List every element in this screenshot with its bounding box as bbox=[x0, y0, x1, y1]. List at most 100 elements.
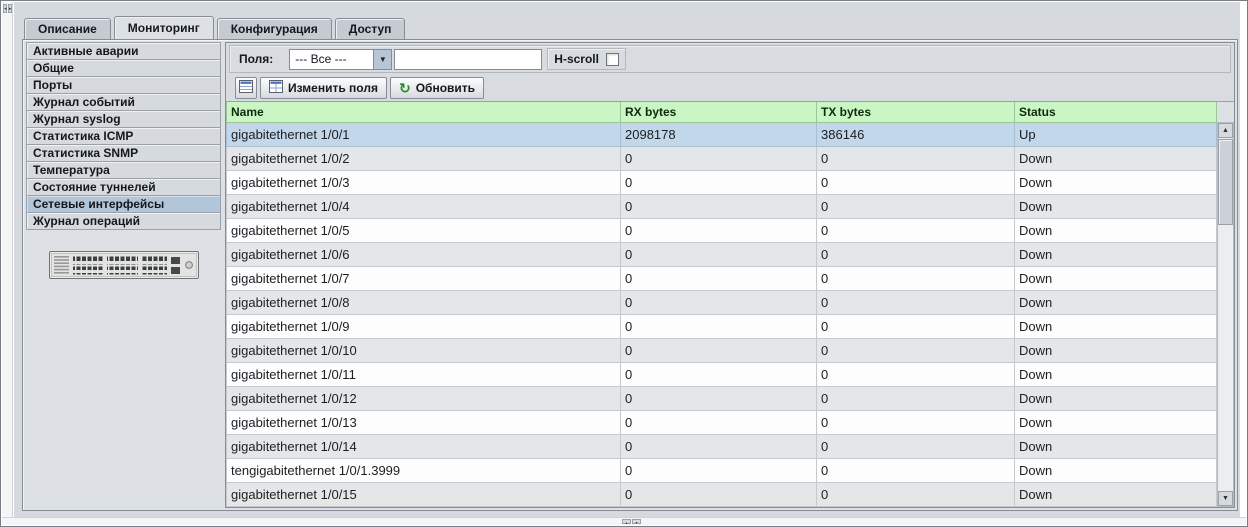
refresh-button[interactable]: ↻ Обновить bbox=[390, 77, 484, 99]
table-cell: gigabitethernet 1/0/5 bbox=[227, 218, 621, 242]
sidebar-item-10[interactable]: Журнал операций bbox=[26, 212, 221, 230]
column-header-0[interactable]: Name bbox=[227, 102, 621, 122]
actions-toolbar: Изменить поля ↻ Обновить bbox=[226, 74, 1234, 101]
sidebar-item-5[interactable]: Статистика ICMP bbox=[26, 127, 221, 145]
table-row[interactable]: tengigabitethernet 1/0/1.399900Down bbox=[227, 458, 1217, 482]
table-row[interactable]: gigabitethernet 1/0/200Down bbox=[227, 146, 1217, 170]
table-row[interactable]: gigabitethernet 1/0/12098178386146Up bbox=[227, 122, 1217, 146]
table-row[interactable]: gigabitethernet 1/0/600Down bbox=[227, 242, 1217, 266]
table-body: gigabitethernet 1/0/12098178386146Upgiga… bbox=[227, 122, 1217, 506]
splitter-up-icon[interactable]: ▴ bbox=[622, 519, 631, 524]
table-row[interactable]: gigabitethernet 1/0/1500Down bbox=[227, 482, 1217, 506]
sidebar-item-9[interactable]: Сетевые интерфейсы bbox=[26, 195, 221, 213]
scroll-up-icon[interactable]: ▲ bbox=[1218, 123, 1233, 138]
table-cell: Down bbox=[1015, 338, 1217, 362]
scrollbar-column: ▲ ▼ bbox=[1217, 102, 1234, 507]
table-cell: 0 bbox=[817, 338, 1015, 362]
bottom-splitter[interactable]: ▴ ▾ bbox=[2, 517, 1246, 525]
table-cell: gigabitethernet 1/0/3 bbox=[227, 170, 621, 194]
table-row[interactable]: gigabitethernet 1/0/1100Down bbox=[227, 362, 1217, 386]
table-cell: Down bbox=[1015, 146, 1217, 170]
table-row[interactable]: gigabitethernet 1/0/500Down bbox=[227, 218, 1217, 242]
table-cell: 0 bbox=[817, 170, 1015, 194]
splitter-down-icon[interactable]: ▾ bbox=[632, 519, 641, 524]
sidebar-item-4[interactable]: Журнал syslog bbox=[26, 110, 221, 128]
table-row[interactable]: gigabitethernet 1/0/1300Down bbox=[227, 410, 1217, 434]
app-window: ◂ ▸ ОписаниеМониторингКонфигурацияДоступ… bbox=[0, 0, 1248, 527]
sidebar-item-3[interactable]: Журнал событий bbox=[26, 93, 221, 111]
table-cell: 0 bbox=[621, 242, 817, 266]
splitter-right-icon[interactable]: ▸ bbox=[8, 4, 12, 13]
table-cell: 386146 bbox=[817, 122, 1015, 146]
interfaces-table: NameRX bytesTX bytesStatus gigabitethern… bbox=[226, 102, 1217, 507]
table-cell: Down bbox=[1015, 482, 1217, 506]
tab-1[interactable]: Мониторинг bbox=[114, 16, 214, 39]
sidebar-item-6[interactable]: Статистика SNMP bbox=[26, 144, 221, 162]
table-cell: 0 bbox=[817, 218, 1015, 242]
table-cell: 0 bbox=[621, 458, 817, 482]
table-cell: gigabitethernet 1/0/4 bbox=[227, 194, 621, 218]
table-cell: 0 bbox=[817, 266, 1015, 290]
splitter-left-icon[interactable]: ◂ bbox=[3, 4, 7, 13]
vertical-scrollbar[interactable]: ▲ ▼ bbox=[1217, 122, 1234, 507]
refresh-icon: ↻ bbox=[399, 81, 411, 95]
hscroll-toggle[interactable]: H-scroll bbox=[547, 48, 626, 70]
table-cell: Down bbox=[1015, 242, 1217, 266]
table-cell: Down bbox=[1015, 386, 1217, 410]
tab-bar: ОписаниеМониторингКонфигурацияДоступ bbox=[22, 16, 1238, 39]
table-row[interactable]: gigabitethernet 1/0/900Down bbox=[227, 314, 1217, 338]
table-cell: 0 bbox=[621, 314, 817, 338]
table-cell: tengigabitethernet 1/0/1.3999 bbox=[227, 458, 621, 482]
table-cell: 0 bbox=[817, 434, 1015, 458]
table-row[interactable]: gigabitethernet 1/0/300Down bbox=[227, 170, 1217, 194]
table-cell: 0 bbox=[817, 458, 1015, 482]
sidebar-item-2[interactable]: Порты bbox=[26, 76, 221, 94]
table-cell: gigabitethernet 1/0/13 bbox=[227, 410, 621, 434]
table-row[interactable]: gigabitethernet 1/0/700Down bbox=[227, 266, 1217, 290]
monitoring-tab-content: Активные аварииОбщиеПортыЖурнал событийЖ… bbox=[22, 39, 1238, 511]
column-header-3[interactable]: Status bbox=[1015, 102, 1217, 122]
hscroll-checkbox[interactable] bbox=[606, 53, 619, 66]
sidebar-item-8[interactable]: Состояние туннелей bbox=[26, 178, 221, 196]
table-cell: Down bbox=[1015, 194, 1217, 218]
table-cell: Down bbox=[1015, 434, 1217, 458]
sidebar-item-1[interactable]: Общие bbox=[26, 59, 221, 77]
change-fields-button[interactable]: Изменить поля bbox=[260, 77, 387, 99]
sidebar-item-0[interactable]: Активные аварии bbox=[26, 42, 221, 60]
hscroll-label: H-scroll bbox=[554, 52, 599, 66]
table-cell: gigabitethernet 1/0/14 bbox=[227, 434, 621, 458]
chevron-down-icon[interactable]: ▼ bbox=[373, 50, 391, 69]
tab-3[interactable]: Доступ bbox=[335, 18, 406, 39]
table-cell: Down bbox=[1015, 170, 1217, 194]
table-cell: gigabitethernet 1/0/15 bbox=[227, 482, 621, 506]
sidebar: Активные аварииОбщиеПортыЖурнал событийЖ… bbox=[25, 42, 223, 508]
table-cell: 0 bbox=[621, 146, 817, 170]
monitoring-panel: Поля: --- Все --- ▼ H-scroll bbox=[225, 42, 1235, 508]
table-row[interactable]: gigabitethernet 1/0/800Down bbox=[227, 290, 1217, 314]
table-row[interactable]: gigabitethernet 1/0/400Down bbox=[227, 194, 1217, 218]
sidebar-item-7[interactable]: Температура bbox=[26, 161, 221, 179]
scroll-down-icon[interactable]: ▼ bbox=[1218, 491, 1233, 506]
filter-input[interactable] bbox=[394, 49, 542, 70]
scrollbar-track[interactable] bbox=[1218, 138, 1233, 491]
table-cell: gigabitethernet 1/0/2 bbox=[227, 146, 621, 170]
table-cell: Down bbox=[1015, 266, 1217, 290]
table-cell: Down bbox=[1015, 458, 1217, 482]
table-cell: 0 bbox=[817, 242, 1015, 266]
table-cell: Down bbox=[1015, 290, 1217, 314]
table-row[interactable]: gigabitethernet 1/0/1400Down bbox=[227, 434, 1217, 458]
fields-dropdown[interactable]: --- Все --- ▼ bbox=[289, 49, 392, 70]
table-cell: 0 bbox=[621, 218, 817, 242]
tab-0[interactable]: Описание bbox=[24, 18, 111, 39]
table-row[interactable]: gigabitethernet 1/0/1000Down bbox=[227, 338, 1217, 362]
left-splitter[interactable]: ◂ ▸ bbox=[2, 2, 13, 517]
column-header-2[interactable]: TX bytes bbox=[817, 102, 1015, 122]
column-list-button[interactable] bbox=[235, 77, 257, 99]
filter-toolbar: Поля: --- Все --- ▼ H-scroll bbox=[229, 45, 1231, 73]
table-row[interactable]: gigabitethernet 1/0/1200Down bbox=[227, 386, 1217, 410]
table-cell: gigabitethernet 1/0/12 bbox=[227, 386, 621, 410]
table-cell: 0 bbox=[621, 266, 817, 290]
column-header-1[interactable]: RX bytes bbox=[621, 102, 817, 122]
tab-2[interactable]: Конфигурация bbox=[217, 18, 332, 39]
scrollbar-thumb[interactable] bbox=[1218, 139, 1233, 225]
